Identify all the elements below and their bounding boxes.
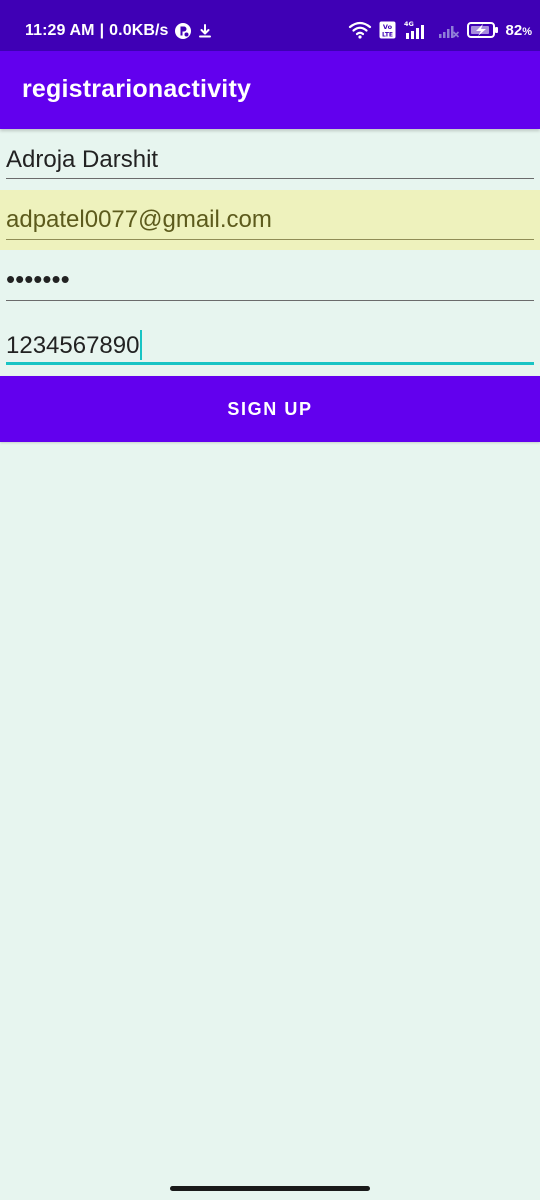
name-input-value: Adroja Darshit xyxy=(6,146,159,173)
wifi-icon xyxy=(348,21,371,39)
status-bar: 11:29 AM | 0.0KB/s Vo LTE 4G 82% xyxy=(0,0,540,51)
status-separator: | xyxy=(99,22,105,39)
signal-icon: 4G xyxy=(404,20,424,39)
name-field-underline xyxy=(6,178,534,179)
svg-text:4G: 4G xyxy=(404,20,414,28)
app-notification-icon xyxy=(174,23,191,39)
phone-input-wrapper: 1234567890 xyxy=(6,330,143,360)
battery-value: 82 xyxy=(505,21,523,39)
volte-icon: Vo LTE xyxy=(379,21,396,39)
app-bar: registrarionactivity xyxy=(0,51,540,129)
status-time: 11:29 AM xyxy=(25,22,95,39)
password-field[interactable]: ••••••• xyxy=(0,252,540,312)
app-title: registrarionactivity xyxy=(22,75,252,103)
password-field-underline xyxy=(6,300,534,301)
phone-field[interactable]: 1234567890 xyxy=(0,314,540,374)
no-signal-icon xyxy=(438,26,459,38)
email-field[interactable]: adpatel0077@gmail.com xyxy=(0,190,540,250)
text-cursor xyxy=(140,330,143,360)
password-input-value: ••••••• xyxy=(6,264,70,294)
email-input-value: adpatel0077@gmail.com xyxy=(6,206,272,233)
network-speed: 0.0KB/s xyxy=(109,22,169,39)
status-left-group: 11:29 AM | 0.0KB/s xyxy=(25,22,213,40)
battery-percentage: 82% xyxy=(506,22,532,39)
battery-charging-icon xyxy=(466,22,498,38)
sign-up-button[interactable]: SIGN UP xyxy=(0,376,540,442)
name-field[interactable]: Adroja Darshit xyxy=(0,130,540,190)
home-indicator[interactable] xyxy=(170,1186,370,1191)
phone-input-value: 1234567890 xyxy=(6,332,140,359)
email-field-underline xyxy=(6,239,534,240)
battery-unit: % xyxy=(522,25,532,38)
svg-text:LTE: LTE xyxy=(382,32,393,39)
download-icon xyxy=(198,24,211,38)
svg-text:Vo: Vo xyxy=(382,23,392,31)
phone-field-underline-focused xyxy=(6,362,534,365)
status-right-group: Vo LTE 4G 82% xyxy=(348,20,532,40)
